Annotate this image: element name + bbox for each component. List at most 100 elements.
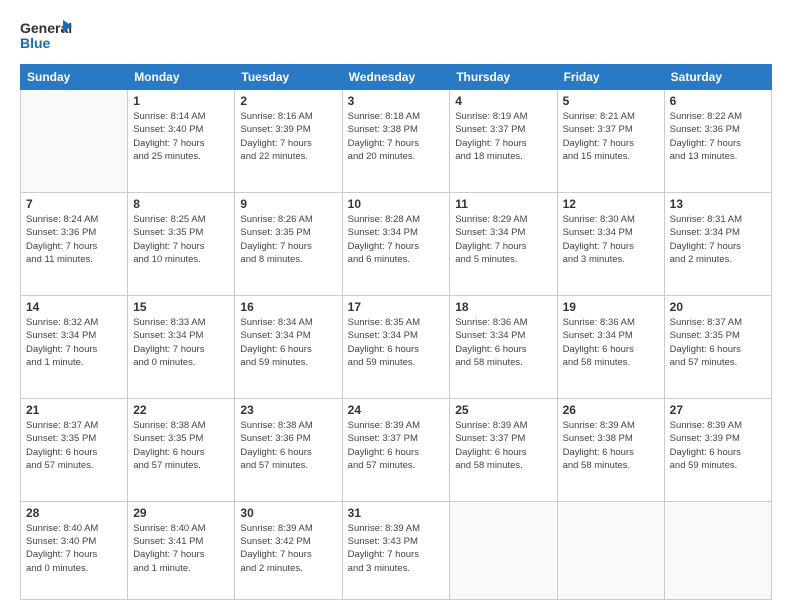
cell-info: Sunrise: 8:34 AMSunset: 3:34 PMDaylight:… [240, 316, 336, 369]
calendar-cell: 31Sunrise: 8:39 AMSunset: 3:43 PMDayligh… [342, 501, 450, 599]
cell-info: Sunrise: 8:40 AMSunset: 3:40 PMDaylight:… [26, 522, 122, 575]
svg-text:Blue: Blue [20, 35, 51, 51]
calendar-cell: 21 Sunrise: 8:37 AMSunset: 3:35 PMDayligh… [21, 398, 128, 501]
calendar-page: GeneralBlue SundayMondayTuesdayWednesday… [0, 0, 792, 612]
calendar-cell: 22 Sunrise: 8:38 AMSunset: 3:35 PMDayligh… [128, 398, 235, 501]
column-header-tuesday: Tuesday [235, 65, 342, 90]
day-number: 21 [26, 403, 122, 417]
day-number: 10 [348, 197, 445, 211]
calendar-cell: 8 Sunrise: 8:25 AMSunset: 3:35 PMDaylight… [128, 192, 235, 295]
calendar-body: 1 Sunrise: 8:14 AMSunset: 3:40 PMDaylight… [21, 90, 772, 600]
cell-info: Sunrise: 8:14 AMSunset: 3:40 PMDaylight:… [133, 110, 229, 163]
calendar-cell [450, 501, 557, 599]
cell-info: Sunrise: 8:21 AMSunset: 3:37 PMDaylight:… [563, 110, 659, 163]
day-number: 7 [26, 197, 122, 211]
header-row: SundayMondayTuesdayWednesdayThursdayFrid… [21, 65, 772, 90]
calendar-cell: 23 Sunrise: 8:38 AMSunset: 3:36 PMDayligh… [235, 398, 342, 501]
calendar-cell: 7 Sunrise: 8:24 AMSunset: 3:36 PMDaylight… [21, 192, 128, 295]
cell-info: Sunrise: 8:18 AMSunset: 3:38 PMDaylight:… [348, 110, 445, 163]
calendar-cell: 16 Sunrise: 8:34 AMSunset: 3:34 PMDayligh… [235, 295, 342, 398]
day-number: 3 [348, 94, 445, 108]
cell-info: Sunrise: 8:33 AMSunset: 3:34 PMDaylight:… [133, 316, 229, 369]
day-number: 20 [670, 300, 766, 314]
week-row-5: 28 Sunrise: 8:40 AMSunset: 3:40 PMDayligh… [21, 501, 772, 599]
calendar-cell [21, 90, 128, 193]
calendar-cell: 29 Sunrise: 8:40 AMSunset: 3:41 PMDayligh… [128, 501, 235, 599]
day-number: 4 [455, 94, 551, 108]
cell-info: Sunrise: 8:19 AMSunset: 3:37 PMDaylight:… [455, 110, 551, 163]
day-number: 28 [26, 506, 122, 520]
calendar-cell: 10 Sunrise: 8:28 AMSunset: 3:34 PMDayligh… [342, 192, 450, 295]
cell-info: Sunrise: 8:31 AMSunset: 3:34 PMDaylight:… [670, 213, 766, 266]
calendar-cell: 20Sunrise: 8:37 AMSunset: 3:35 PMDayligh… [664, 295, 771, 398]
calendar-table: SundayMondayTuesdayWednesdayThursdayFrid… [20, 64, 772, 600]
cell-info: Sunrise: 8:39 AMSunset: 3:39 PMDaylight:… [670, 419, 766, 472]
cell-info: Sunrise: 8:26 AMSunset: 3:35 PMDaylight:… [240, 213, 336, 266]
column-header-monday: Monday [128, 65, 235, 90]
calendar-header: SundayMondayTuesdayWednesdayThursdayFrid… [21, 65, 772, 90]
cell-info: Sunrise: 8:30 AMSunset: 3:34 PMDaylight:… [563, 213, 659, 266]
calendar-cell: 18Sunrise: 8:36 AMSunset: 3:34 PMDayligh… [450, 295, 557, 398]
day-number: 24 [348, 403, 445, 417]
calendar-cell [664, 501, 771, 599]
calendar-cell: 28 Sunrise: 8:40 AMSunset: 3:40 PMDayligh… [21, 501, 128, 599]
day-number: 19 [563, 300, 659, 314]
day-number: 29 [133, 506, 229, 520]
calendar-cell: 12 Sunrise: 8:30 AMSunset: 3:34 PMDayligh… [557, 192, 664, 295]
calendar-cell: 3 Sunrise: 8:18 AMSunset: 3:38 PMDaylight… [342, 90, 450, 193]
cell-info: Sunrise: 8:35 AMSunset: 3:34 PMDaylight:… [348, 316, 445, 369]
cell-info: Sunrise: 8:39 AMSunset: 3:37 PMDaylight:… [455, 419, 551, 472]
day-number: 12 [563, 197, 659, 211]
day-number: 16 [240, 300, 336, 314]
column-header-sunday: Sunday [21, 65, 128, 90]
calendar-cell: 4 Sunrise: 8:19 AMSunset: 3:37 PMDaylight… [450, 90, 557, 193]
cell-info: Sunrise: 8:25 AMSunset: 3:35 PMDaylight:… [133, 213, 229, 266]
column-header-friday: Friday [557, 65, 664, 90]
day-number: 23 [240, 403, 336, 417]
cell-info: Sunrise: 8:37 AMSunset: 3:35 PMDaylight:… [26, 419, 122, 472]
cell-info: Sunrise: 8:38 AMSunset: 3:35 PMDaylight:… [133, 419, 229, 472]
day-number: 27 [670, 403, 766, 417]
day-number: 30 [240, 506, 336, 520]
cell-info: Sunrise: 8:29 AMSunset: 3:34 PMDaylight:… [455, 213, 551, 266]
week-row-4: 21 Sunrise: 8:37 AMSunset: 3:35 PMDayligh… [21, 398, 772, 501]
day-number: 1 [133, 94, 229, 108]
day-number: 8 [133, 197, 229, 211]
calendar-cell: 30Sunrise: 8:39 AMSunset: 3:42 PMDayligh… [235, 501, 342, 599]
day-number: 13 [670, 197, 766, 211]
cell-info: Sunrise: 8:39 AMSunset: 3:38 PMDaylight:… [563, 419, 659, 472]
cell-info: Sunrise: 8:38 AMSunset: 3:36 PMDaylight:… [240, 419, 336, 472]
calendar-cell [557, 501, 664, 599]
week-row-3: 14 Sunrise: 8:32 AMSunset: 3:34 PMDayligh… [21, 295, 772, 398]
column-header-saturday: Saturday [664, 65, 771, 90]
calendar-cell: 2Sunrise: 8:16 AMSunset: 3:39 PMDaylight… [235, 90, 342, 193]
day-number: 31 [348, 506, 445, 520]
calendar-cell: 19Sunrise: 8:36 AMSunset: 3:34 PMDayligh… [557, 295, 664, 398]
column-header-thursday: Thursday [450, 65, 557, 90]
day-number: 11 [455, 197, 551, 211]
day-number: 5 [563, 94, 659, 108]
day-number: 14 [26, 300, 122, 314]
column-header-wednesday: Wednesday [342, 65, 450, 90]
calendar-cell: 17 Sunrise: 8:35 AMSunset: 3:34 PMDayligh… [342, 295, 450, 398]
cell-info: Sunrise: 8:22 AMSunset: 3:36 PMDaylight:… [670, 110, 766, 163]
cell-info: Sunrise: 8:24 AMSunset: 3:36 PMDaylight:… [26, 213, 122, 266]
calendar-cell: 14 Sunrise: 8:32 AMSunset: 3:34 PMDayligh… [21, 295, 128, 398]
calendar-cell: 5 Sunrise: 8:21 AMSunset: 3:37 PMDaylight… [557, 90, 664, 193]
day-number: 9 [240, 197, 336, 211]
calendar-cell: 26Sunrise: 8:39 AMSunset: 3:38 PMDayligh… [557, 398, 664, 501]
cell-info: Sunrise: 8:40 AMSunset: 3:41 PMDaylight:… [133, 522, 229, 575]
week-row-2: 7 Sunrise: 8:24 AMSunset: 3:36 PMDaylight… [21, 192, 772, 295]
week-row-1: 1 Sunrise: 8:14 AMSunset: 3:40 PMDaylight… [21, 90, 772, 193]
calendar-cell: 15Sunrise: 8:33 AMSunset: 3:34 PMDayligh… [128, 295, 235, 398]
logo-svg: GeneralBlue [20, 18, 72, 54]
calendar-cell: 25Sunrise: 8:39 AMSunset: 3:37 PMDayligh… [450, 398, 557, 501]
calendar-cell: 27 Sunrise: 8:39 AMSunset: 3:39 PMDayligh… [664, 398, 771, 501]
cell-info: Sunrise: 8:39 AMSunset: 3:37 PMDaylight:… [348, 419, 445, 472]
day-number: 22 [133, 403, 229, 417]
calendar-cell: 1 Sunrise: 8:14 AMSunset: 3:40 PMDaylight… [128, 90, 235, 193]
cell-info: Sunrise: 8:28 AMSunset: 3:34 PMDaylight:… [348, 213, 445, 266]
cell-info: Sunrise: 8:32 AMSunset: 3:34 PMDaylight:… [26, 316, 122, 369]
calendar-cell: 11 Sunrise: 8:29 AMSunset: 3:34 PMDayligh… [450, 192, 557, 295]
day-number: 17 [348, 300, 445, 314]
